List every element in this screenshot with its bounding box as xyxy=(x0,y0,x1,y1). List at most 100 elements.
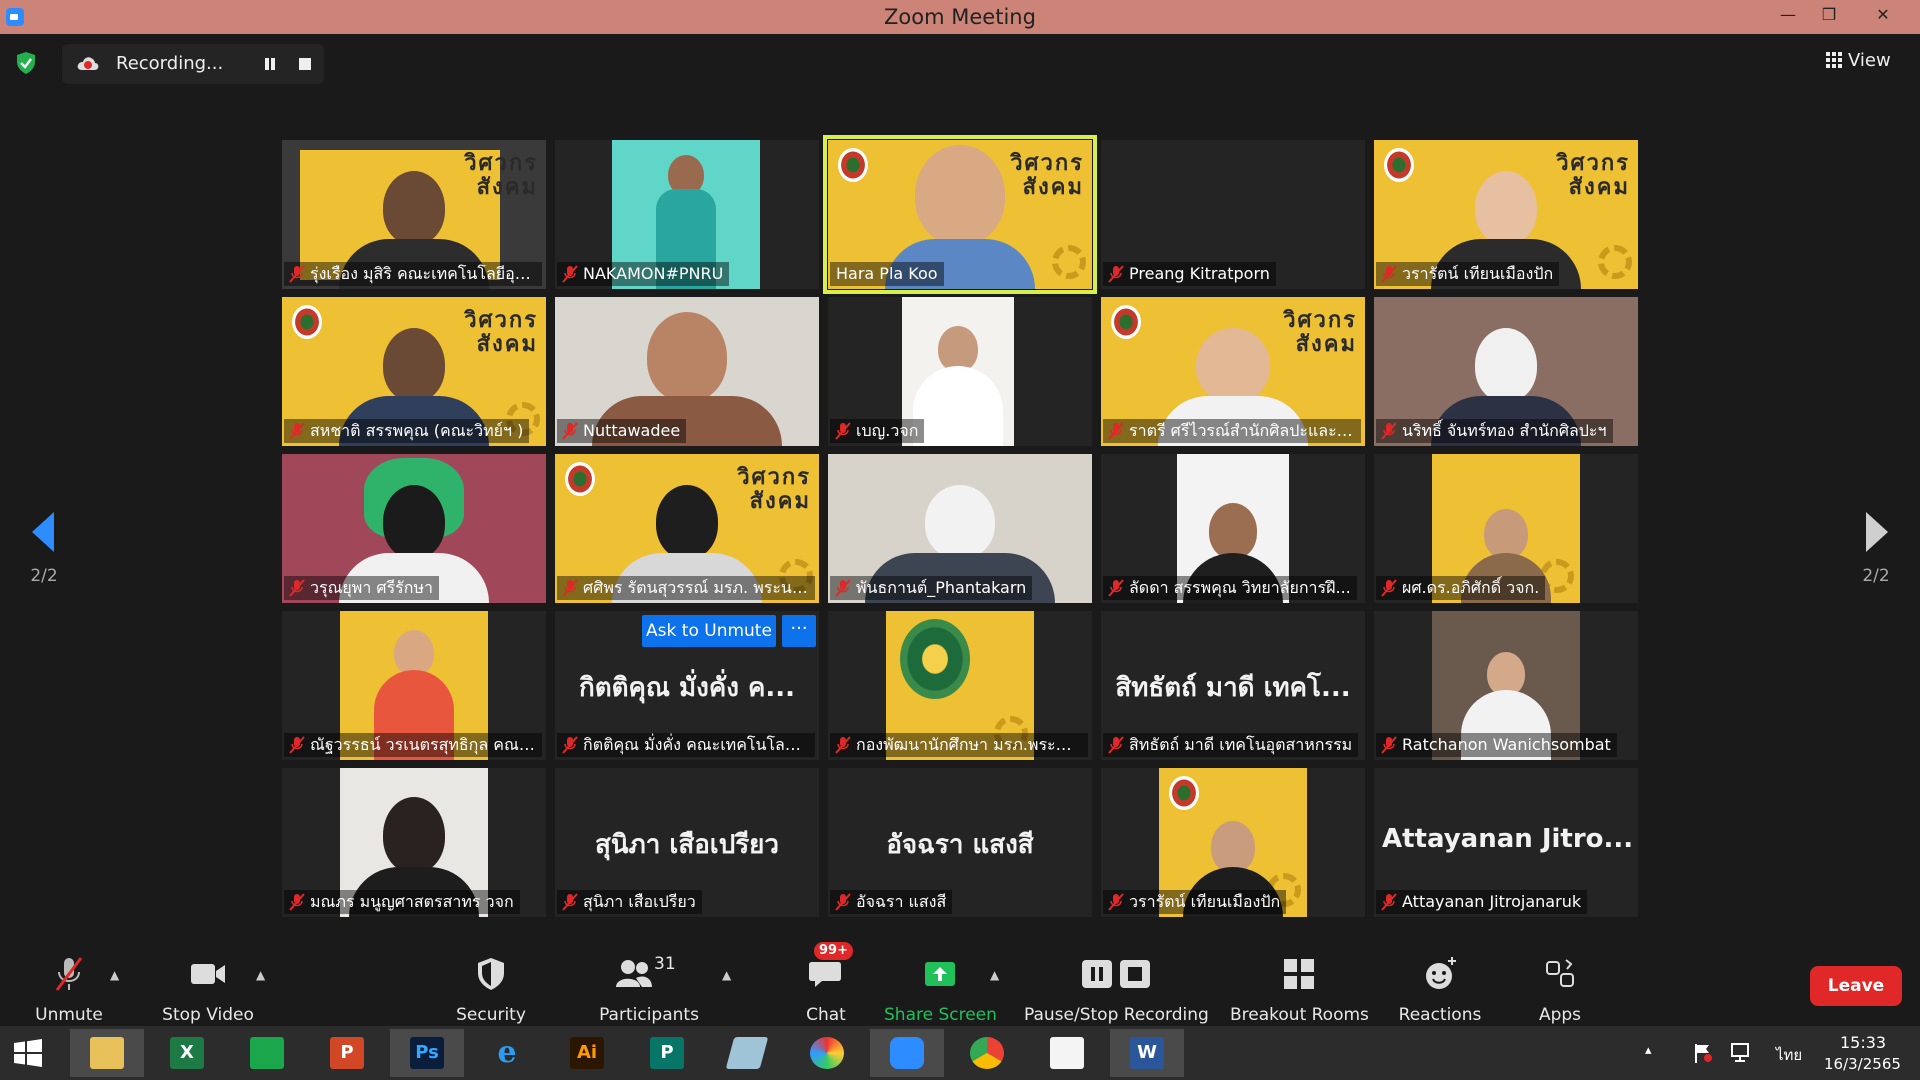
stop-recording-button[interactable] xyxy=(299,58,311,70)
pause-recording-button[interactable] xyxy=(258,52,282,76)
shield-icon xyxy=(478,958,504,990)
clock-date[interactable]: 16/3/2565 xyxy=(1824,1055,1901,1073)
taskbar-word[interactable]: W xyxy=(1110,1029,1184,1077)
gear-icon xyxy=(1598,245,1632,279)
name-tag: พันธกานต์_Phantakarn xyxy=(830,576,1033,600)
active-speaker-tile[interactable]: วิศวกร สังคม Hara Pla Koo xyxy=(823,135,1097,294)
taskbar-file-explorer[interactable] xyxy=(70,1029,144,1077)
taskbar-photoshop[interactable]: Ps xyxy=(390,1029,464,1077)
pause-stop-recording-button[interactable]: Pause/Stop Recording xyxy=(1024,946,1209,1026)
participant-name: กิตติคุณ มั่งคั่ง คณะเทคโนโลยีอ... xyxy=(583,735,815,754)
participants-count: 31 xyxy=(654,954,676,974)
participant-tile[interactable]: วิศวกร สังคม รุ่งเรือง มุสิริ คณะเทคโนโล… xyxy=(282,140,546,289)
participant-tile[interactable]: ณัฐวรรธน์ วรเนตรสุทธิกุล คณะเ... xyxy=(282,611,546,760)
reactions-button[interactable]: Reactions xyxy=(1390,946,1490,1026)
chat-button[interactable]: 99+ Chat xyxy=(784,942,868,1026)
participant-name: Nuttawadee xyxy=(583,421,681,440)
muted-mic-icon xyxy=(562,265,578,283)
participants-button[interactable]: 31 Participants xyxy=(596,946,702,1026)
more-options-button[interactable]: ··· xyxy=(782,615,816,647)
poster-title: วิศวกร สังคม xyxy=(1283,308,1357,357)
participant-tile[interactable]: Preang Kitratporn xyxy=(1101,140,1365,289)
participant-tile[interactable]: มณภร มนูญศาสตรสาทร วจก xyxy=(282,768,546,917)
share-options-caret-icon[interactable]: ▲ xyxy=(990,968,999,982)
participant-tile[interactable]: วิศวกร สังคม สหชาติ สรรพคุณ (คณะวิทย์ฯ ) xyxy=(282,297,546,446)
input-language[interactable]: ไทย xyxy=(1776,1043,1802,1067)
participant-tile[interactable]: NAKAMON#PNRU xyxy=(555,140,819,289)
participant-tile[interactable]: พันธกานต์_Phantakarn xyxy=(828,454,1092,603)
participant-tile[interactable]: วิศวกร สังคม ศศิพร รัตนสุวรรณ์ มรภ. พระน… xyxy=(555,454,819,603)
taskbar-photos[interactable] xyxy=(1030,1029,1104,1077)
muted-mic-icon xyxy=(1381,736,1397,754)
security-button[interactable]: Security xyxy=(448,946,534,1026)
participant-name: เบญ.วจก xyxy=(856,421,919,440)
participant-tile[interactable]: Ratchanon Wanichsombat xyxy=(1374,611,1638,760)
participant-tile[interactable]: นริทธิ์ จันทร์ทอง สำนักศิลปะฯ xyxy=(1374,297,1638,446)
taskbar-zoom[interactable] xyxy=(870,1029,944,1077)
shield-check-icon[interactable] xyxy=(16,51,36,75)
audio-options-caret-icon[interactable]: ▲ xyxy=(110,968,119,982)
windows-start-icon[interactable] xyxy=(14,1039,42,1067)
action-center-flag-icon[interactable] xyxy=(1692,1042,1714,1064)
muted-mic-icon xyxy=(1381,893,1397,911)
next-page-arrow-icon[interactable] xyxy=(1862,510,1892,554)
zoom-icon xyxy=(890,1037,924,1069)
page-indicator-right: 2/2 xyxy=(1862,566,1890,586)
participant-tile[interactable]: สิทธัตถ์ มาดี เทคโ... สิทธัตถ์ มาดี เทคโ… xyxy=(1101,611,1365,760)
participant-tile[interactable]: ผศ.ดร.อภิศักดิ์ วจก. xyxy=(1374,454,1638,603)
participant-tile[interactable]: วรารัตน์ เทียนเมืองปัก xyxy=(1101,768,1365,917)
apps-button[interactable]: Apps xyxy=(1518,946,1602,1026)
restore-button[interactable]: ❒ xyxy=(1806,0,1852,30)
name-tag: มณภร มนูญศาสตรสาทร วจก xyxy=(284,890,520,914)
participant-tile[interactable]: Attayanan Jitro... Attayanan Jitrojanaru… xyxy=(1374,768,1638,917)
participant-name: กองพัฒนานักศึกษา มรภ.พระนคร xyxy=(856,735,1086,754)
ask-to-unmute-button[interactable]: Ask to Unmute xyxy=(642,615,776,647)
photos-icon xyxy=(1050,1037,1084,1069)
leave-button[interactable]: Leave xyxy=(1810,966,1902,1006)
chat-label: Chat xyxy=(806,1005,846,1025)
network-icon[interactable] xyxy=(1730,1042,1754,1064)
taskbar-internet-explorer[interactable]: e xyxy=(470,1029,544,1077)
video-options-caret-icon[interactable]: ▲ xyxy=(256,968,265,982)
taskbar-publisher[interactable]: P xyxy=(630,1029,704,1077)
taskbar-excel[interactable]: X xyxy=(150,1029,224,1077)
photoshop-icon: Ps xyxy=(410,1037,444,1069)
zoom-window: Zoom Meeting — ❒ ✕ Recording... View 2/2… xyxy=(0,0,1920,1080)
show-hidden-icons-button[interactable]: ▴ xyxy=(1645,1043,1652,1058)
participant-tile[interactable]: วิศวกร สังคม ราตรี ศรีไวรณ์สำนักศิลปะและ… xyxy=(1101,297,1365,446)
clock-time[interactable]: 15:33 xyxy=(1840,1033,1886,1052)
participant-tile[interactable]: อัจฉรา แสงสี อัจฉรา แสงสี xyxy=(828,768,1092,917)
participant-display-name: สิทธัตถ์ มาดี เทคโ... xyxy=(1115,673,1351,703)
share-screen-button[interactable]: Share Screen xyxy=(884,946,997,1026)
university-logo-icon xyxy=(900,619,970,699)
participants-label: Participants xyxy=(599,1005,699,1025)
breakout-rooms-button[interactable]: Breakout Rooms xyxy=(1230,946,1369,1026)
poster-title: วิศวกร สังคม xyxy=(1010,151,1084,200)
page-indicator-left: 2/2 xyxy=(30,566,58,586)
stop-video-button[interactable]: Stop Video xyxy=(158,946,258,1026)
participant-tile[interactable]: วิศวกร สังคม วรารัตน์ เทียนเมืองปัก xyxy=(1374,140,1638,289)
participant-name: วรุณยุพา ศรีรักษา xyxy=(310,578,433,597)
muted-mic-icon xyxy=(562,893,578,911)
participants-icon xyxy=(616,960,652,987)
participant-tile[interactable]: Nuttawadee xyxy=(555,297,819,446)
view-button[interactable]: View xyxy=(1826,50,1900,78)
participant-display-name: Attayanan Jitro... xyxy=(1382,824,1634,854)
participant-tile[interactable]: วรุณยุพา ศรีรักษา xyxy=(282,454,546,603)
name-tag: สหชาติ สรรพคุณ (คณะวิทย์ฯ ) xyxy=(284,419,530,443)
close-button[interactable]: ✕ xyxy=(1860,0,1906,30)
taskbar-notes[interactable] xyxy=(710,1029,784,1077)
unmute-button[interactable]: Unmute xyxy=(28,946,110,1026)
participant-tile[interactable]: กองพัฒนานักศึกษา มรภ.พระนคร xyxy=(828,611,1092,760)
taskbar-store[interactable] xyxy=(230,1029,304,1077)
taskbar-photoscape[interactable] xyxy=(790,1029,864,1077)
participant-tile[interactable]: สุนิภา เสือเปรียว สุนิภา เสือเปรียว xyxy=(555,768,819,917)
participant-tile[interactable]: เบญ.วจก xyxy=(828,297,1092,446)
taskbar-powerpoint[interactable]: P xyxy=(310,1029,384,1077)
taskbar-chrome[interactable] xyxy=(950,1029,1024,1077)
minimize-button[interactable]: — xyxy=(1765,0,1811,30)
previous-page-arrow-icon[interactable] xyxy=(28,510,58,554)
taskbar-illustrator[interactable]: Ai xyxy=(550,1029,624,1077)
participants-options-caret-icon[interactable]: ▲ xyxy=(722,968,731,982)
participant-tile[interactable]: ลัดดา สรรพคุณ วิทยาลัยการฝึ... xyxy=(1101,454,1365,603)
